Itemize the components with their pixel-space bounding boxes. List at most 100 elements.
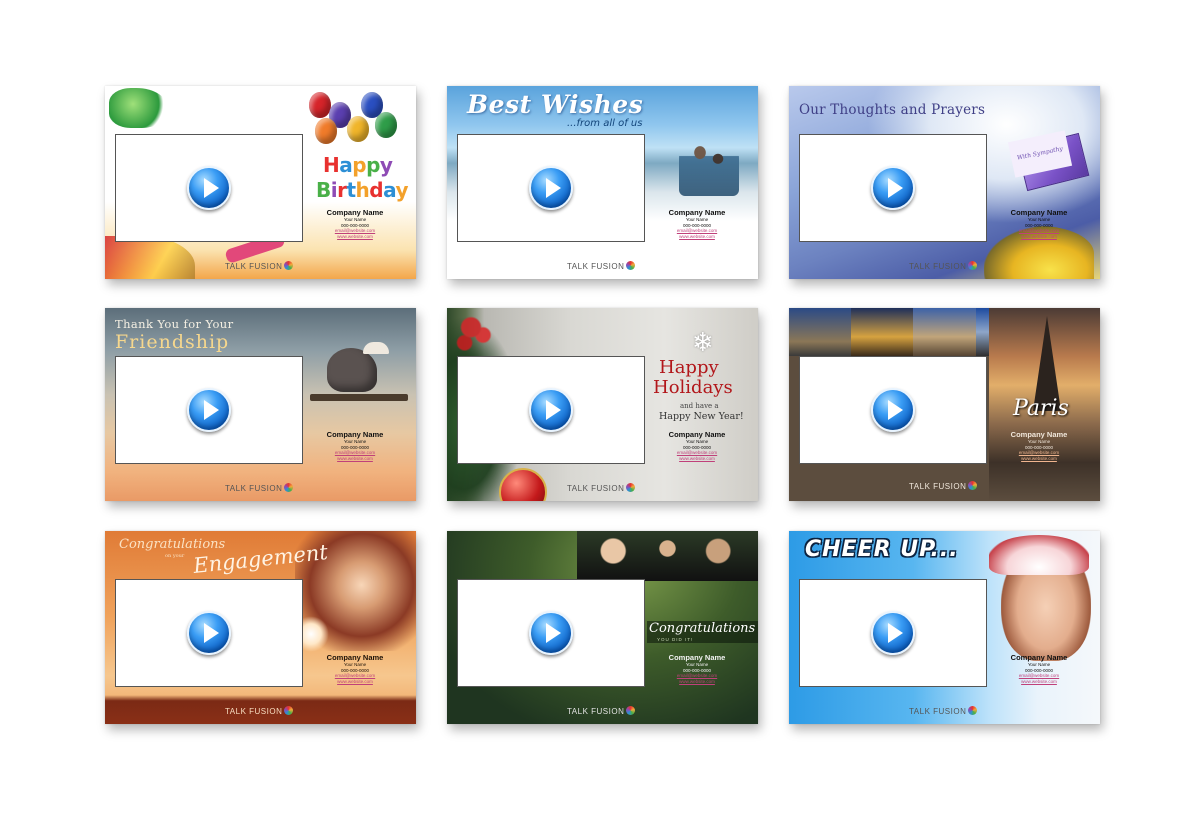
birthday-letter: y	[379, 153, 393, 177]
brand-logo: TALK FUSION	[567, 261, 636, 271]
ecard-template-happy-holidays[interactable]: ❄ Happy Holidays and have a Happy New Ye…	[447, 308, 758, 501]
contact-info: Company Name Your Name 000-000-0000 emai…	[642, 653, 752, 684]
ecard-template-happy-birthday[interactable]: Happy Birthday Company Name Your Name 00…	[105, 86, 416, 279]
contact-website[interactable]: www.website.com	[642, 234, 752, 240]
ecard-template-thoughts-prayers[interactable]: Our Thoughts and Prayers With Sympathy C…	[789, 86, 1100, 279]
brand-logo: TALK FUSION	[225, 706, 294, 716]
brand-logo: TALK FUSION	[909, 261, 978, 271]
card-title: Paris	[1013, 396, 1069, 421]
video-placeholder[interactable]	[457, 356, 645, 464]
bench-illustration	[310, 394, 408, 401]
video-placeholder[interactable]	[457, 134, 645, 242]
ecard-template-friendship[interactable]: Thank You for Your Friendship Company Na…	[105, 308, 416, 501]
elephant-illustration	[327, 348, 377, 392]
card-title-line1: Thank You for Your	[115, 317, 234, 331]
video-placeholder[interactable]	[115, 356, 303, 464]
play-button-icon[interactable]	[187, 388, 231, 432]
brand-logo: TALK FUSION	[909, 706, 978, 716]
brand-swirl-icon	[968, 706, 978, 715]
play-button-icon[interactable]	[871, 611, 915, 655]
ecard-template-engagement[interactable]: Congratulations on your Engagement Compa…	[105, 531, 416, 724]
card-title-line1: Happy	[659, 357, 719, 378]
play-button-icon[interactable]	[871, 166, 915, 210]
brand-logo: TALK FUSION	[567, 706, 636, 716]
ecard-template-paris[interactable]: Paris Company Name Your Name 000-000-000…	[789, 308, 1100, 501]
contact-info: Company Name Your Name 000-000-0000 emai…	[300, 208, 410, 239]
company-name: Company Name	[1010, 430, 1068, 439]
card-title-line1: Happy	[323, 153, 393, 177]
brand-swirl-icon	[968, 481, 978, 490]
birthday-letter: a	[383, 178, 396, 202]
card-title: Congratulations	[649, 621, 756, 636]
brand-swirl-icon	[284, 483, 294, 492]
company-name: Company Name	[326, 208, 384, 217]
play-button-icon[interactable]	[187, 611, 231, 655]
brand-logo: TALK FUSION	[225, 483, 294, 493]
video-placeholder[interactable]	[115, 579, 303, 687]
ribbon-decoration	[109, 88, 169, 128]
birthday-letter: p	[352, 153, 367, 177]
birthday-letter: d	[369, 178, 384, 202]
birthday-letter: y	[395, 178, 409, 202]
card-title-line2: Holidays	[653, 377, 733, 398]
card-title-line2: on your	[165, 553, 185, 559]
contact-website[interactable]: www.website.com	[642, 679, 752, 685]
card-title-line2: Friendship	[115, 331, 230, 353]
hat-decoration	[989, 535, 1089, 575]
contact-website[interactable]: www.website.com	[984, 234, 1094, 240]
card-title-line2: Birthday	[316, 178, 409, 202]
video-placeholder[interactable]	[799, 134, 987, 242]
contact-website[interactable]: www.website.com	[984, 456, 1094, 462]
ecard-template-best-wishes[interactable]: Best Wishes ...from all of us Company Na…	[447, 86, 758, 279]
contact-website[interactable]: www.website.com	[300, 234, 410, 240]
birthday-letter: p	[366, 153, 380, 177]
play-button-icon[interactable]	[187, 166, 231, 210]
play-button-icon[interactable]	[529, 388, 573, 432]
brand-swirl-icon	[284, 261, 294, 270]
card-title: Our Thoughts and Prayers	[799, 102, 986, 118]
contact-website[interactable]: www.website.com	[642, 456, 752, 462]
company-name: Company Name	[326, 653, 384, 662]
balloon-icon	[315, 118, 337, 144]
company-name: Company Name	[668, 430, 726, 439]
brand-swirl-icon	[626, 483, 636, 492]
play-button-icon[interactable]	[529, 166, 573, 210]
company-name: Company Name	[1010, 653, 1068, 662]
contact-website[interactable]: www.website.com	[300, 456, 410, 462]
couple-photo	[679, 134, 739, 196]
brand-swirl-icon	[626, 706, 636, 715]
contact-info: Company Name Your Name 000-000-0000 emai…	[642, 208, 752, 239]
birthday-letter: h	[355, 178, 370, 202]
balloon-icon	[375, 112, 397, 138]
video-placeholder[interactable]	[457, 579, 645, 687]
card-title-line1: Congratulations	[119, 537, 226, 552]
confetti-decoration	[105, 236, 195, 279]
card-subtitle: YOU DID IT!	[657, 637, 694, 642]
umbrella-icon	[363, 342, 389, 354]
company-name: Company Name	[668, 653, 726, 662]
ecard-template-congratulations[interactable]: Congratulations YOU DID IT! Company Name…	[447, 531, 758, 724]
company-name: Company Name	[326, 430, 384, 439]
birthday-letter: t	[346, 178, 356, 202]
brand-swirl-icon	[968, 261, 978, 270]
card-text-line4: Happy New Year!	[659, 411, 744, 422]
brand-swirl-icon	[626, 261, 636, 270]
birthday-letter: a	[339, 153, 353, 177]
video-placeholder[interactable]	[799, 579, 987, 687]
birthday-letter: B	[316, 178, 331, 202]
contact-info: Company Name Your Name 000-000-0000 emai…	[984, 430, 1094, 461]
brand-logo: TALK FUSION	[909, 481, 978, 491]
balloon-icon	[347, 116, 369, 142]
play-button-icon[interactable]	[529, 611, 573, 655]
company-name: Company Name	[1010, 208, 1068, 217]
graduates-photo	[577, 531, 758, 581]
play-button-icon[interactable]	[871, 388, 915, 432]
brand-logo: TALK FUSION	[567, 483, 636, 493]
video-placeholder[interactable]	[799, 356, 987, 464]
ecard-template-cheer-up[interactable]: CHEER UP... Company Name Your Name 000-0…	[789, 531, 1100, 724]
contact-website[interactable]: www.website.com	[984, 679, 1094, 685]
contact-website[interactable]: www.website.com	[300, 679, 410, 685]
birthday-letter: H	[323, 153, 340, 177]
video-placeholder[interactable]	[115, 134, 303, 242]
contact-info: Company Name Your Name 000-000-0000 emai…	[984, 208, 1094, 239]
